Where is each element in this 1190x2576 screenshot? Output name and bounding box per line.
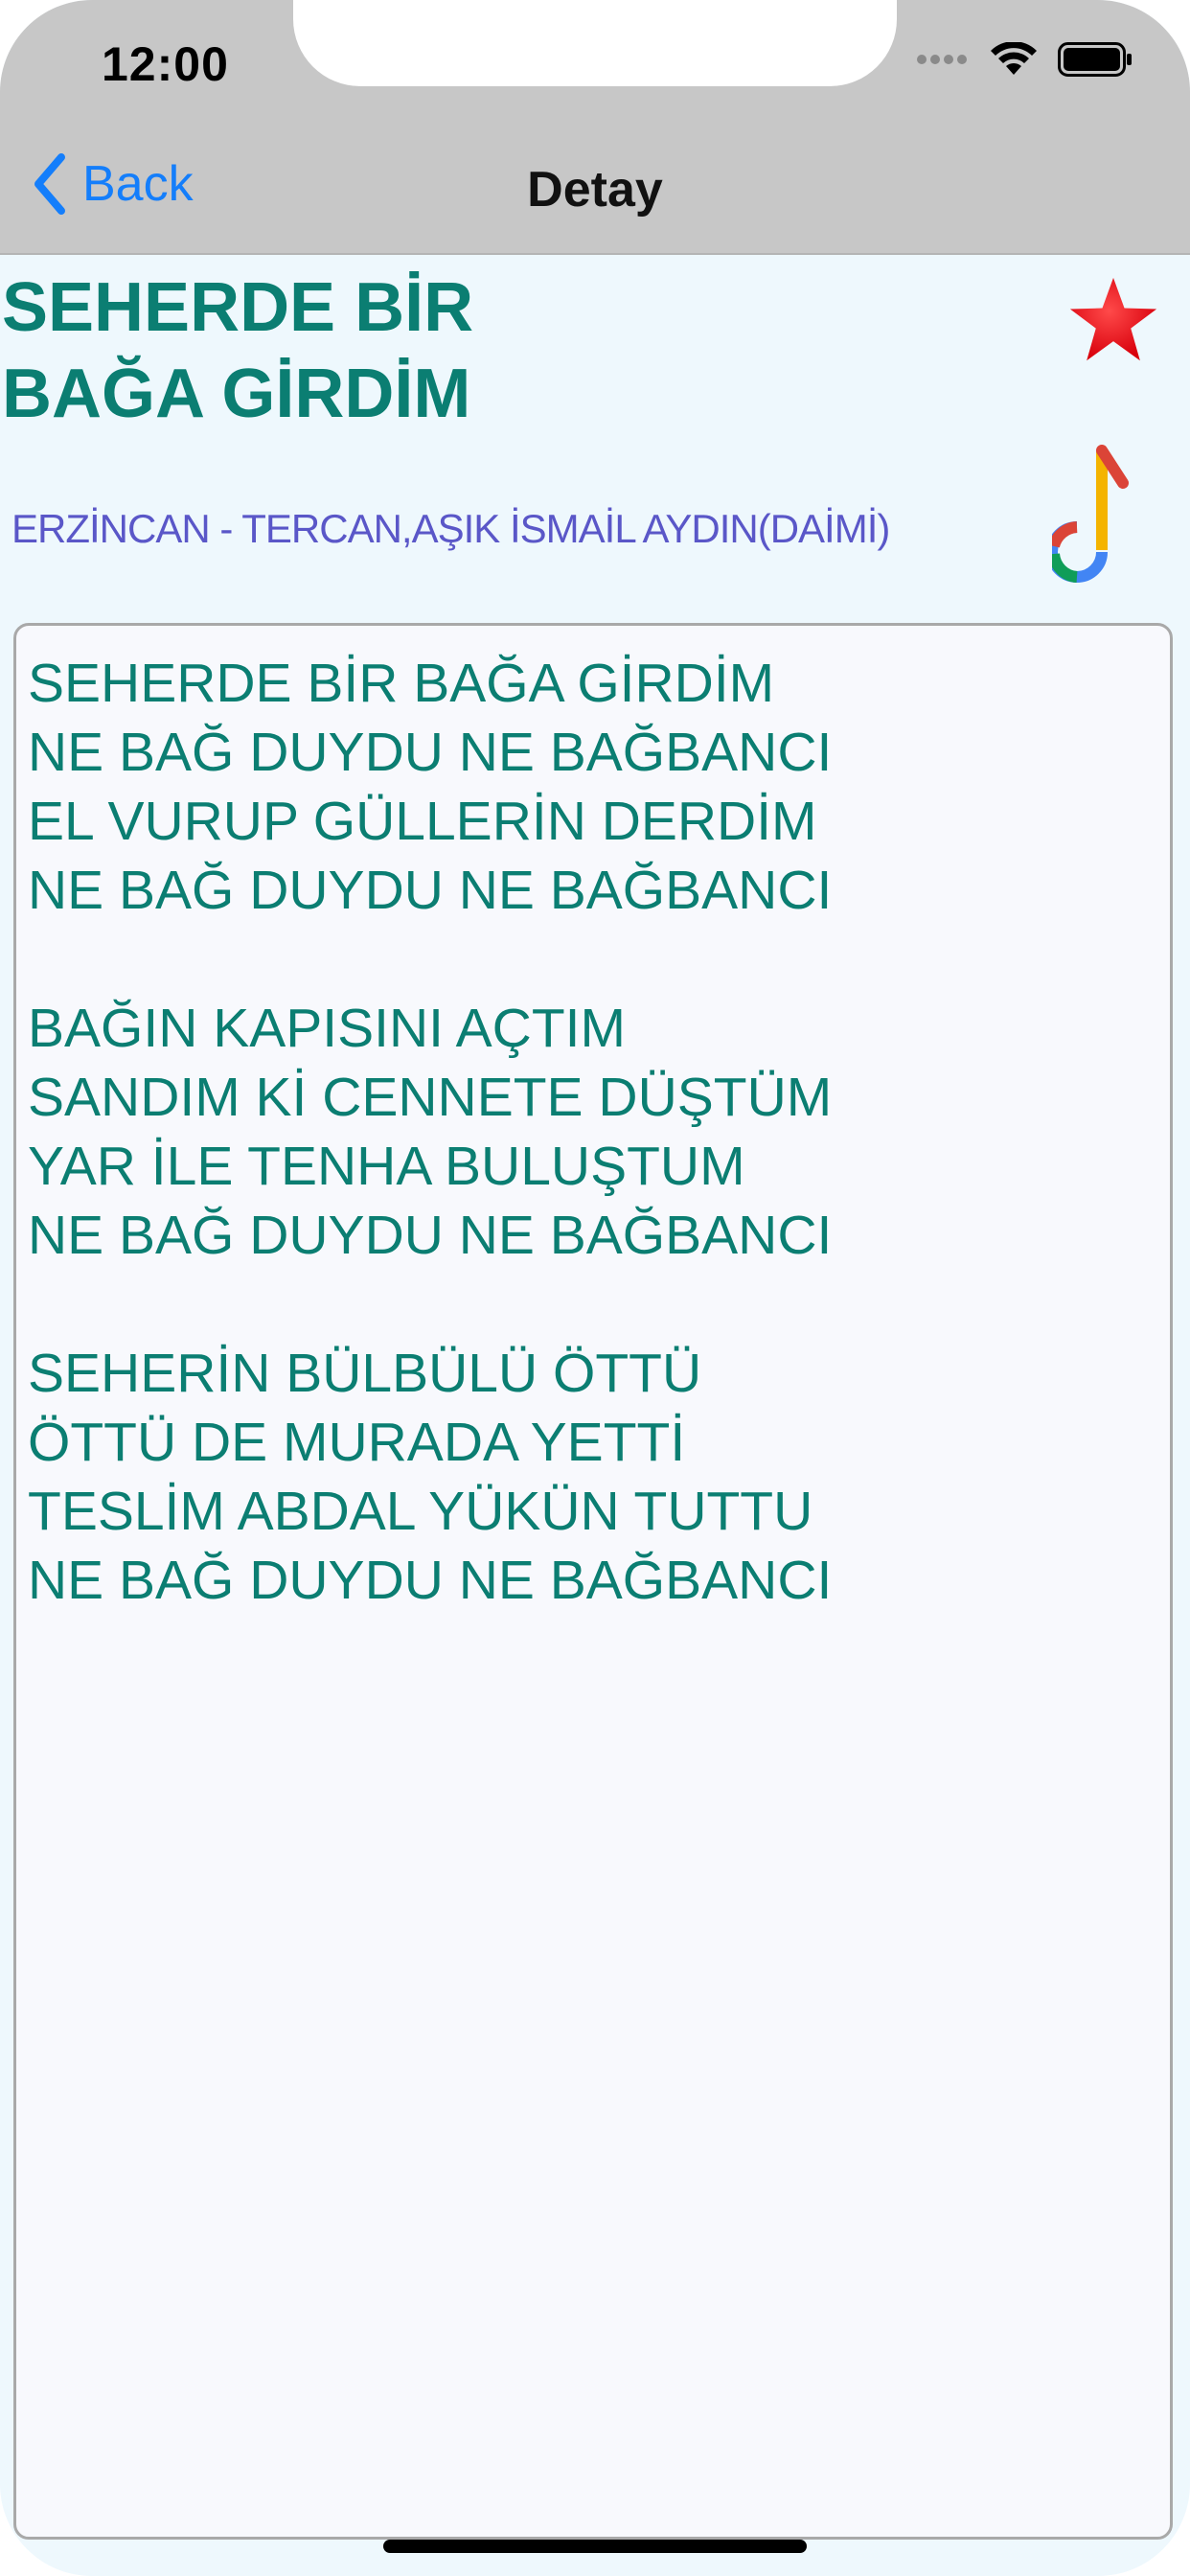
lyrics-text-view[interactable]: SEHERDE BİR BAĞA GİRDİM NE BAĞ DUYDU NE … — [13, 623, 1173, 2540]
song-title: SEHERDE BİR BAĞA GİRDİM — [2, 269, 474, 432]
screen: 12:00 Back Detay SEHERDE BİR BAĞA GİRDİM… — [0, 0, 1190, 2576]
device-notch — [293, 0, 897, 86]
signal-dots-icon — [917, 55, 967, 64]
battery-icon — [1058, 42, 1132, 77]
home-indicator — [383, 2540, 807, 2553]
lyrics-text: SEHERDE BİR BAĞA GİRDİM NE BAĞ DUYDU NE … — [28, 653, 833, 1611]
status-time: 12:00 — [102, 37, 229, 91]
wifi-icon — [991, 42, 1037, 75]
navigation-bar: 12:00 Back Detay — [0, 0, 1190, 255]
nav-title: Detay — [527, 162, 663, 218]
star-icon[interactable] — [1067, 274, 1159, 366]
status-icons — [916, 42, 1133, 77]
music-note-icon[interactable] — [1052, 445, 1134, 594]
song-region: ERZİNCAN - TERCAN,AŞIK İSMAİL AYDIN(DAİM… — [11, 506, 890, 551]
